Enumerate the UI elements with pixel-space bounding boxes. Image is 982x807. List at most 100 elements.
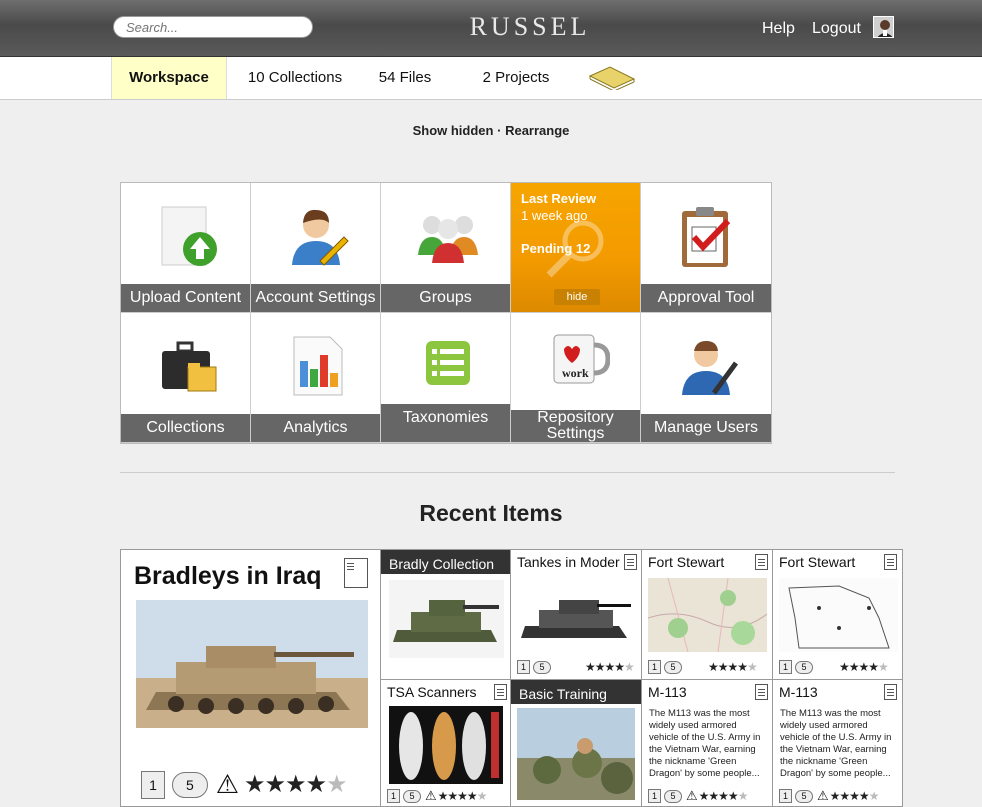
svg-text:work: work bbox=[562, 366, 589, 380]
rating-stars[interactable]: ★★★★★ bbox=[585, 660, 635, 674]
tile-label: Taxonomies bbox=[381, 404, 510, 442]
item-thumbnail bbox=[136, 600, 368, 728]
item-description: The M113 was the most widely used armore… bbox=[780, 708, 892, 779]
warning-icon[interactable]: ⚠ bbox=[686, 788, 698, 804]
nav-bar: Workspace 10 Collections 54 Files 2 Proj… bbox=[0, 57, 982, 100]
top-bar: RUSSEL Help Logout bbox=[0, 0, 982, 57]
help-link[interactable]: Help bbox=[762, 20, 795, 38]
item-title: Fort Stewart bbox=[648, 554, 725, 570]
recent-item[interactable]: Bradly Collection bbox=[381, 550, 511, 680]
show-hidden-link[interactable]: Show hidden bbox=[413, 123, 494, 138]
tile-label: Manage Users bbox=[641, 414, 771, 442]
warning-icon[interactable]: ⚠ bbox=[817, 788, 829, 804]
item-title: M-113 bbox=[779, 684, 818, 700]
recent-item[interactable]: M-113 The M113 was the most widely used … bbox=[642, 680, 773, 806]
section-divider bbox=[120, 472, 895, 473]
rating-stars[interactable]: ★★★★★ bbox=[438, 789, 488, 803]
tile-label: Repository Settings bbox=[511, 410, 640, 442]
options-separator: · bbox=[497, 123, 502, 138]
recent-item[interactable]: TSA Scanners 1 5 ⚠★★★★★ bbox=[381, 680, 511, 806]
tile-account-settings[interactable]: Account Settings bbox=[251, 183, 381, 313]
item-thumbnail bbox=[389, 706, 503, 784]
comments-bubble[interactable]: 5 bbox=[664, 789, 682, 803]
version-badge: 1 bbox=[141, 770, 165, 799]
warning-icon[interactable]: ⚠ bbox=[425, 788, 437, 804]
item-thumbnail bbox=[779, 578, 898, 652]
document-icon bbox=[344, 558, 368, 588]
warning-icon[interactable]: ⚠ bbox=[216, 769, 239, 800]
user-edit-icon bbox=[286, 203, 350, 269]
list-icon bbox=[416, 333, 480, 399]
document-icon bbox=[755, 684, 768, 700]
item-thumbnail bbox=[517, 708, 635, 800]
recent-items-heading: Recent Items bbox=[419, 500, 563, 526]
comments-bubble[interactable]: 5 bbox=[171, 771, 208, 798]
document-icon bbox=[494, 684, 507, 700]
item-title: M-113 bbox=[648, 684, 687, 700]
document-icon bbox=[624, 554, 637, 570]
logout-link[interactable]: Logout bbox=[812, 20, 861, 38]
group-icon bbox=[416, 203, 480, 269]
tab-projects[interactable]: 2 Projects bbox=[475, 57, 557, 99]
recent-item[interactable]: Basic Training bbox=[511, 680, 642, 806]
review-title: Last Review bbox=[521, 191, 597, 206]
mug-icon: work bbox=[546, 327, 611, 393]
item-title: TSA Scanners bbox=[387, 684, 477, 700]
document-icon bbox=[755, 554, 768, 570]
item-meta: 1 5 ★★★★★ bbox=[779, 660, 889, 675]
item-title: Fort Stewart bbox=[779, 554, 856, 570]
item-title: Bradly Collection bbox=[381, 550, 510, 574]
tile-repository-settings[interactable]: work Repository Settings bbox=[511, 313, 641, 443]
item-thumbnail bbox=[389, 580, 504, 658]
version-badge: 1 bbox=[387, 789, 400, 803]
rating-stars[interactable]: ★★★★★ bbox=[244, 770, 348, 799]
search-input[interactable] bbox=[113, 16, 313, 38]
rating-stars[interactable]: ★★★★★ bbox=[708, 660, 758, 674]
user-avatar[interactable] bbox=[873, 16, 894, 38]
tile-analytics[interactable]: Analytics bbox=[251, 313, 381, 443]
version-badge: 1 bbox=[517, 660, 530, 674]
comments-bubble[interactable]: 5 bbox=[795, 660, 813, 674]
tile-approval-tool[interactable]: Approval Tool bbox=[641, 183, 771, 313]
document-icon bbox=[884, 554, 897, 570]
recent-item-featured[interactable]: Bradleys in Iraq 1 5 ⚠ ★★★★★ bbox=[121, 550, 381, 806]
tile-label: Account Settings bbox=[251, 284, 380, 312]
version-badge: 1 bbox=[648, 660, 661, 674]
document-icon bbox=[884, 684, 897, 700]
tile-groups[interactable]: Groups bbox=[381, 183, 511, 313]
upload-icon bbox=[156, 203, 220, 269]
tile-taxonomies[interactable]: Taxonomies bbox=[381, 313, 511, 443]
tile-label: Upload Content bbox=[121, 284, 250, 312]
recent-item[interactable]: Tankes in Moder 1 5 ★★★★★ bbox=[511, 550, 642, 680]
workspace-tiles: Upload Content Account Settings Groups L… bbox=[120, 182, 772, 444]
tab-files[interactable]: 54 Files bbox=[370, 57, 440, 99]
last-review-panel: Last Review 1 week ago Pending 12 hide bbox=[511, 183, 641, 313]
comments-bubble[interactable]: 5 bbox=[795, 789, 813, 803]
tile-manage-users[interactable]: Manage Users bbox=[641, 313, 771, 443]
item-title: Tankes in Moder bbox=[517, 554, 620, 570]
rearrange-link[interactable]: Rearrange bbox=[505, 123, 569, 138]
comments-bubble[interactable]: 5 bbox=[403, 789, 421, 803]
recent-item[interactable]: M-113 The M113 was the most widely used … bbox=[773, 680, 902, 806]
item-thumbnail bbox=[648, 578, 767, 652]
rating-stars[interactable]: ★★★★★ bbox=[830, 789, 880, 803]
recent-items-grid: Bradleys in Iraq 1 5 ⚠ ★★★★★ Bradly Coll… bbox=[120, 549, 903, 807]
notes-icon[interactable] bbox=[588, 64, 636, 92]
version-badge: 1 bbox=[779, 660, 792, 674]
tab-collections[interactable]: 10 Collections bbox=[240, 57, 350, 99]
comments-bubble[interactable]: 5 bbox=[664, 660, 682, 674]
item-meta: 1 5 ⚠★★★★★ bbox=[648, 788, 749, 804]
tile-collections[interactable]: Collections bbox=[121, 313, 251, 443]
rating-stars[interactable]: ★★★★★ bbox=[699, 789, 749, 803]
recent-item[interactable]: Fort Stewart 1 5 ★★★★★ bbox=[773, 550, 902, 680]
tile-label: Approval Tool bbox=[641, 284, 771, 312]
rating-stars[interactable]: ★★★★★ bbox=[839, 660, 889, 674]
tab-workspace[interactable]: Workspace bbox=[111, 57, 227, 99]
tile-upload-content[interactable]: Upload Content bbox=[121, 183, 251, 313]
version-badge: 1 bbox=[779, 789, 792, 803]
recent-item[interactable]: Fort Stewart 1 5 ★★★★★ bbox=[642, 550, 773, 680]
item-description: The M113 was the most widely used armore… bbox=[649, 708, 761, 779]
comments-bubble[interactable]: 5 bbox=[533, 660, 551, 674]
tile-label: Groups bbox=[381, 284, 510, 312]
hide-button[interactable]: hide bbox=[554, 289, 600, 305]
